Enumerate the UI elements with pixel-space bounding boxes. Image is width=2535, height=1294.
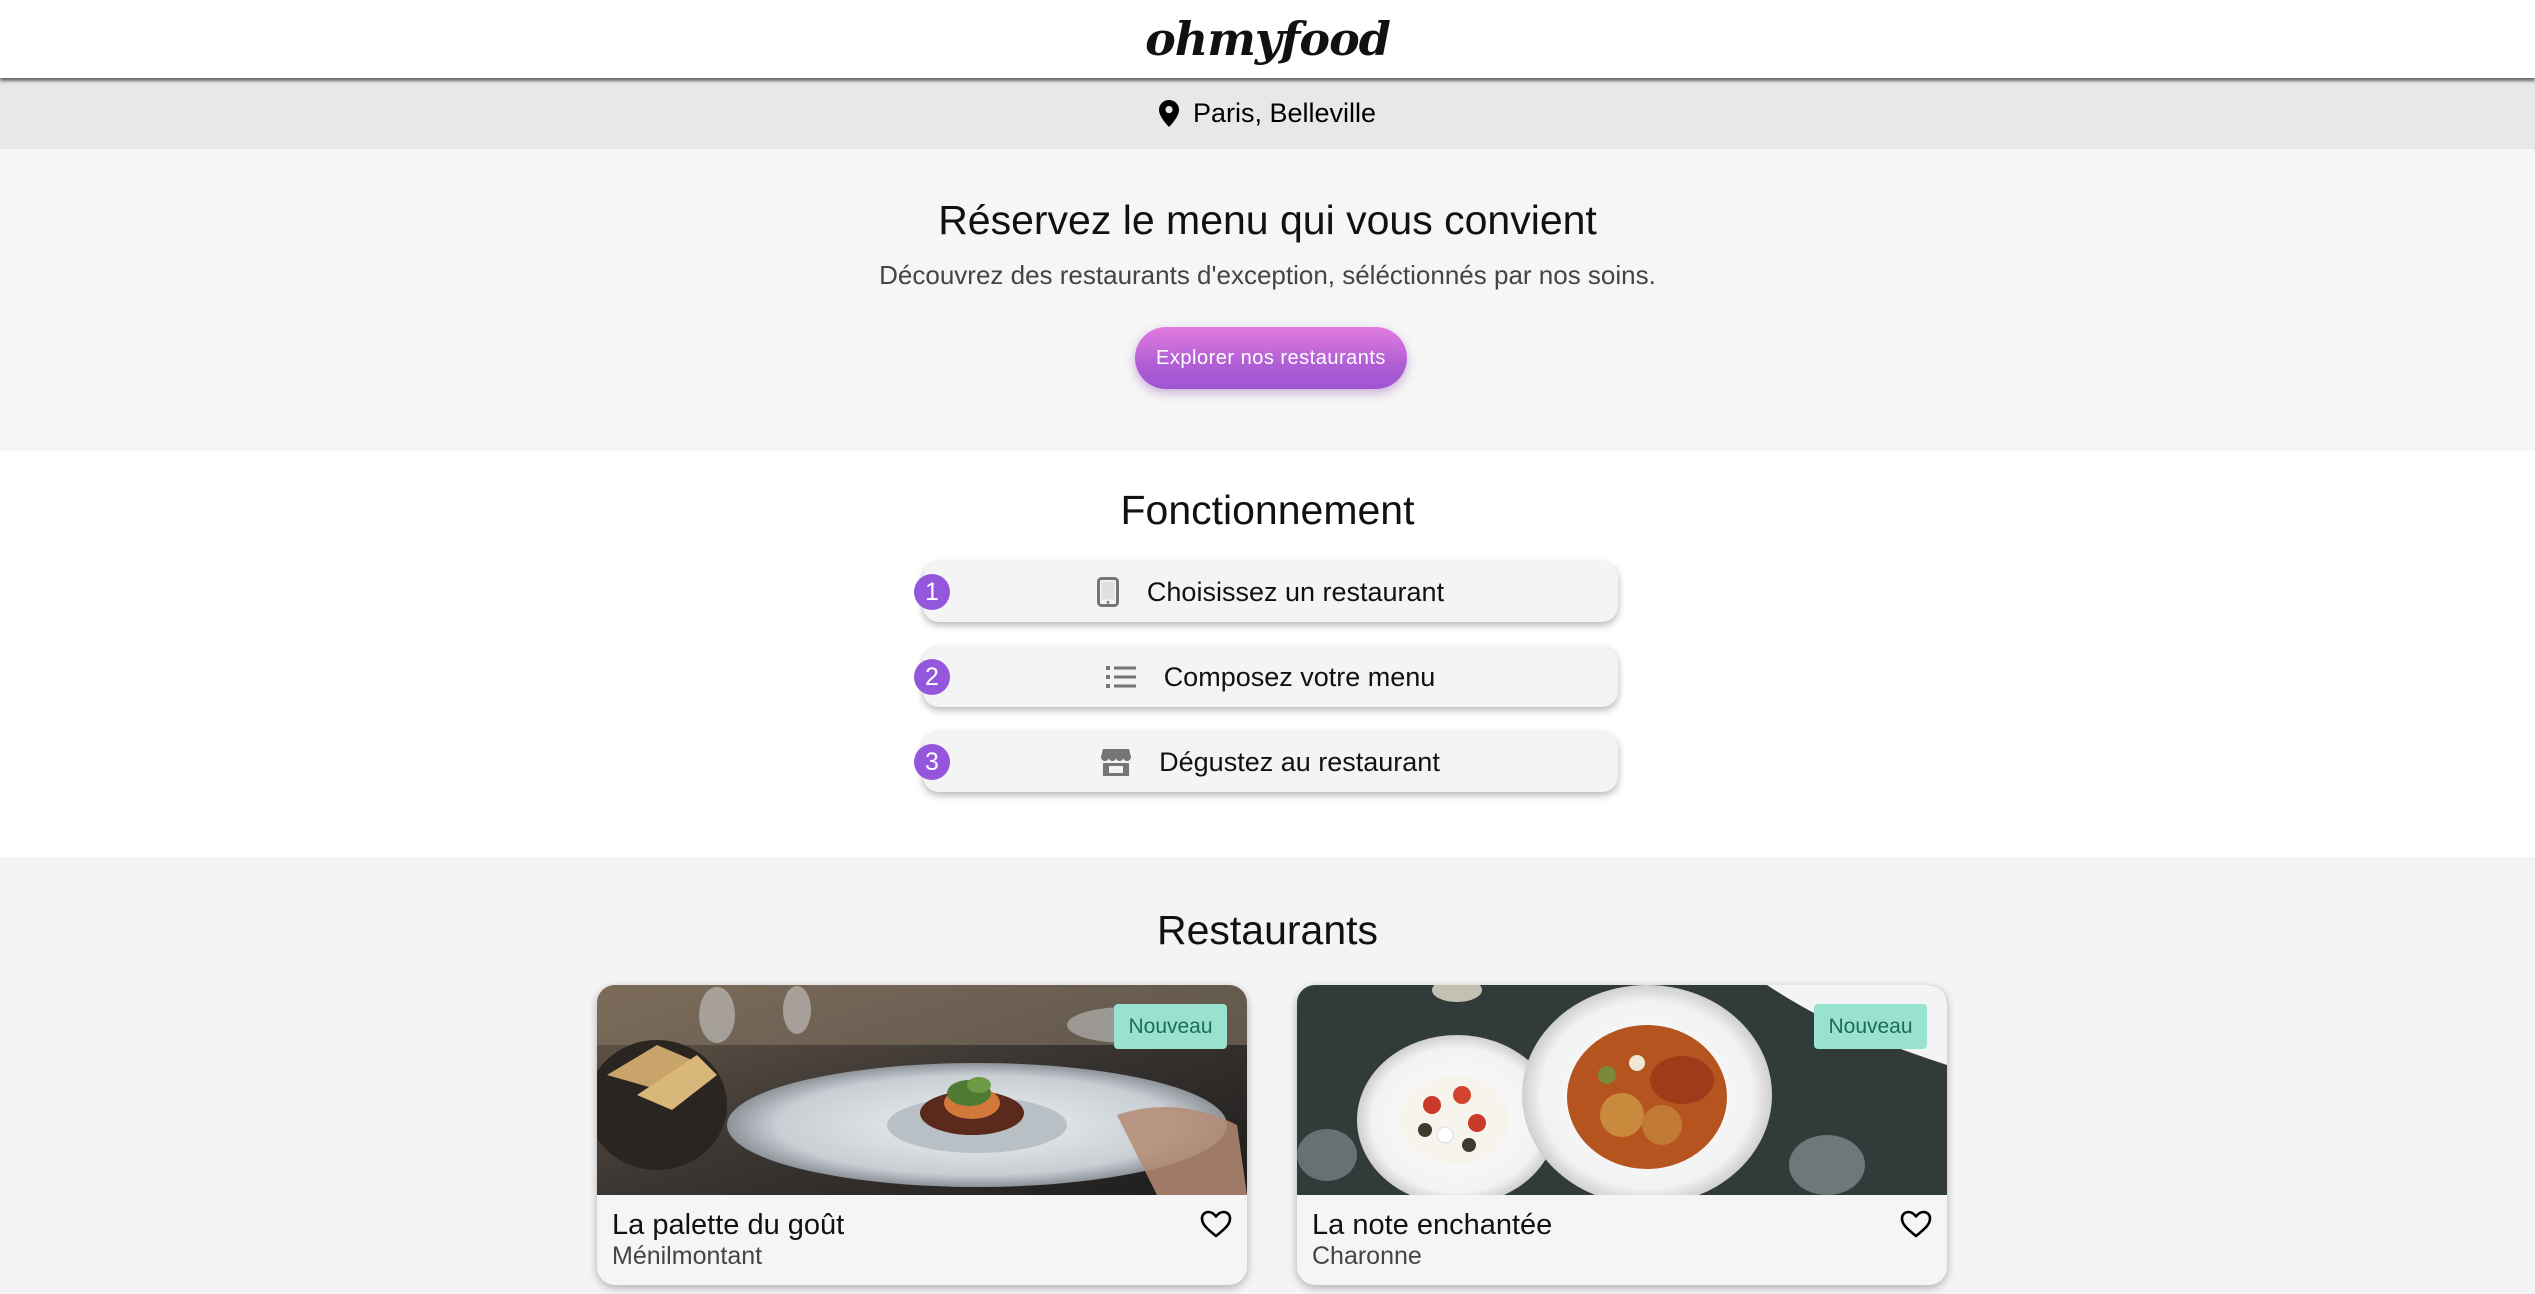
step-label: Dégustez au restaurant <box>1159 746 1440 777</box>
heart-icon[interactable] <box>1200 1210 1232 1238</box>
how-it-works-section: Fonctionnement 1 Choisissez un restauran… <box>0 451 2535 857</box>
explore-restaurants-button[interactable]: Explorer nos restaurants <box>1135 327 1407 389</box>
smartphone-icon <box>1096 577 1119 607</box>
heart-icon[interactable] <box>1900 1210 1932 1238</box>
section-title-how: Fonctionnement <box>1120 487 1415 533</box>
section-title-restaurants: Restaurants <box>1156 907 1379 953</box>
restaurant-name: La note enchantée <box>1312 1209 1553 1241</box>
step-enjoy-restaurant: 3 Dégustez au restaurant <box>914 732 1618 792</box>
step-number: 3 <box>914 744 950 780</box>
restaurant-photo: Nouveau <box>1297 985 1947 1195</box>
site-logo[interactable]: ohmyfood <box>1145 12 1391 66</box>
step-choose-restaurant: 1 Choisissez un restaurant <box>914 562 1618 622</box>
step-number: 2 <box>914 659 950 695</box>
location-bar: Paris, Belleville <box>0 78 2535 149</box>
hero-subtitle: Découvrez des restaurants d'exception, s… <box>879 260 1656 290</box>
step-number: 1 <box>914 574 950 610</box>
site-header: ohmyfood <box>0 0 2535 78</box>
restaurant-photo: Nouveau <box>597 985 1247 1195</box>
restaurant-area: Ménilmontant <box>612 1242 763 1270</box>
restaurant-card[interactable]: Nouveau La note enchantée Charonne <box>1297 985 1947 1285</box>
step-compose-menu: 2 Composez votre menu <box>914 647 1618 707</box>
new-badge: Nouveau <box>1814 1004 1927 1049</box>
new-badge: Nouveau <box>1114 1004 1227 1049</box>
restaurants-section: Restaurants Nouveau La palette du goût M… <box>0 857 2535 1294</box>
map-pin-icon <box>1158 100 1179 127</box>
restaurant-name: La palette du goût <box>612 1209 845 1241</box>
list-icon <box>1105 665 1136 689</box>
step-label: Choisissez un restaurant <box>1146 576 1445 607</box>
restaurant-card[interactable]: Nouveau La palette du goût Ménilmontant <box>597 985 1247 1285</box>
location-text: Paris, Belleville <box>1192 98 1377 128</box>
store-icon <box>1101 748 1132 776</box>
step-label: Composez votre menu <box>1163 661 1436 692</box>
hero-title: Réservez le menu qui vous convient <box>938 197 1597 243</box>
restaurant-area: Charonne <box>1312 1242 1422 1270</box>
hero-section: Réservez le menu qui vous convient Décou… <box>0 149 2535 451</box>
